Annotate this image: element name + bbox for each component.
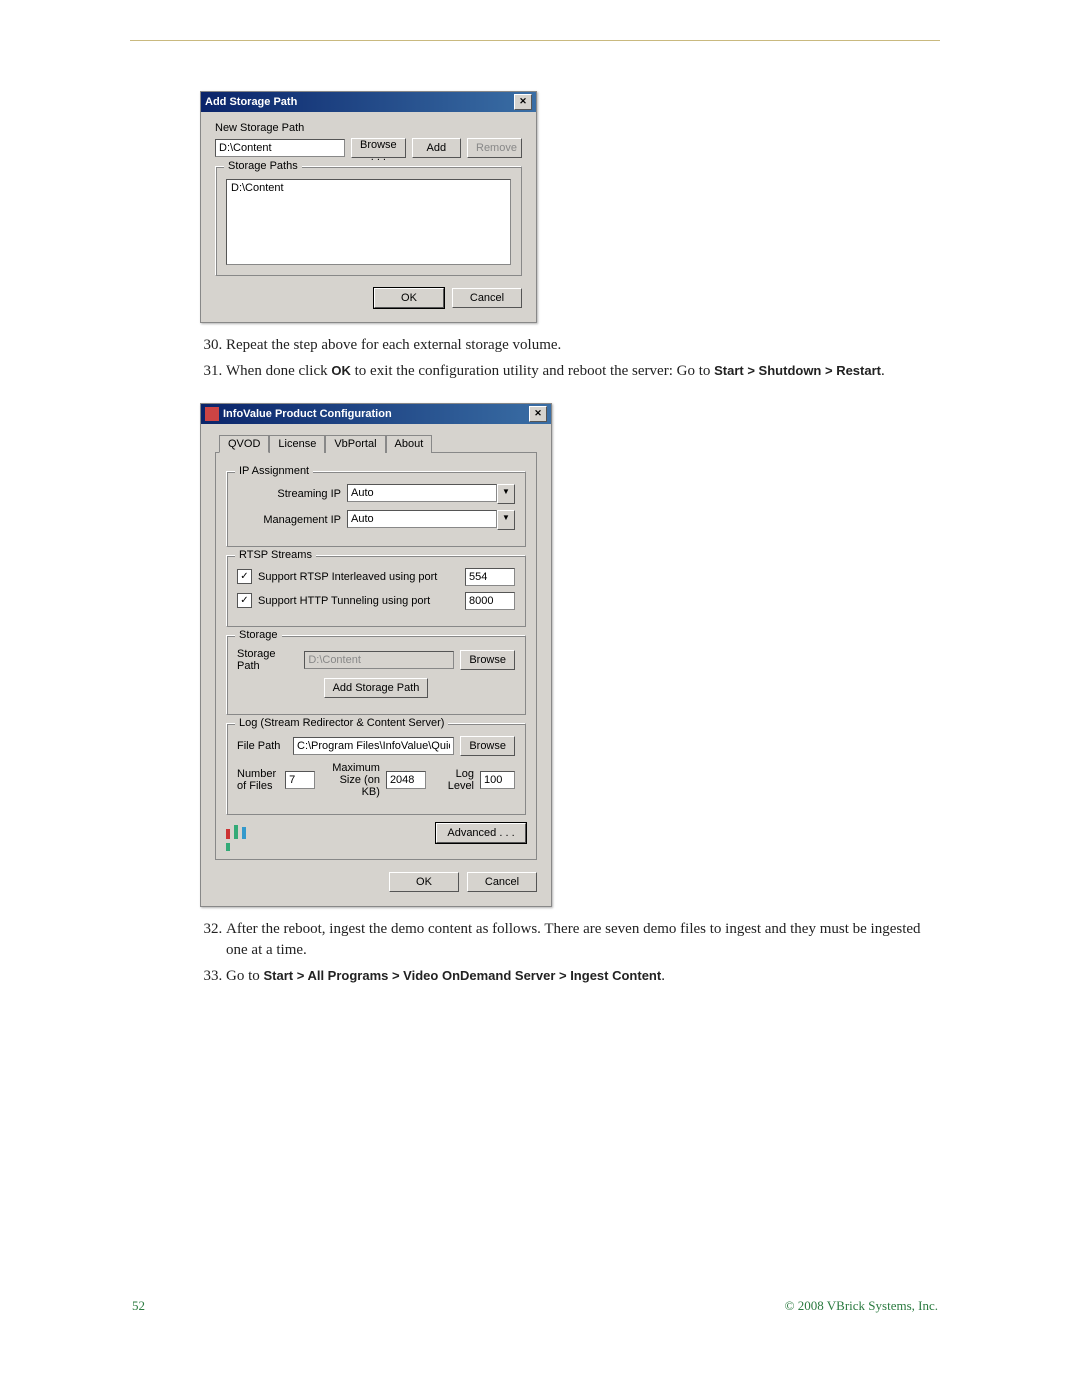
list-item[interactable]: D:\Content [231, 182, 506, 194]
storage-group: Storage Storage Path Browse Add Storage … [226, 635, 526, 715]
log-level-label: Log Level [432, 768, 474, 792]
advanced-button[interactable]: Advanced . . . [436, 823, 526, 843]
copyright: © 2008 VBrick Systems, Inc. [785, 1298, 938, 1314]
storage-paths-legend: Storage Paths [224, 160, 302, 172]
ok-button[interactable]: OK [374, 288, 444, 308]
instruction-list-1: Repeat the step above for each external … [130, 335, 940, 383]
log-legend: Log (Stream Redirector & Content Server) [235, 717, 448, 729]
cancel-button[interactable]: Cancel [452, 288, 522, 308]
management-ip-combo[interactable] [347, 510, 497, 528]
max-size-label: Maximum Size (on KB) [321, 762, 380, 798]
tab-vbportal[interactable]: VbPortal [325, 435, 385, 453]
http-port-input[interactable] [465, 592, 515, 610]
max-size-input[interactable] [386, 771, 426, 789]
log-level-input[interactable] [480, 771, 515, 789]
step-32: After the reboot, ingest the demo conten… [226, 919, 940, 963]
infovalue-config-dialog: InfoValue Product Configuration ✕ QVOD L… [200, 403, 552, 907]
streaming-ip-label: Streaming IP [237, 488, 341, 500]
app-icon [205, 407, 219, 421]
http-tunneling-label: Support HTTP Tunneling using port [258, 595, 430, 607]
file-path-label: File Path [237, 740, 287, 752]
chevron-down-icon[interactable]: ▼ [497, 510, 515, 530]
step-31: When done click OK to exit the configura… [226, 361, 940, 383]
tab-panel-qvod: IP Assignment Streaming IP ▼ Management … [215, 453, 537, 860]
ip-assignment-group: IP Assignment Streaming IP ▼ Management … [226, 471, 526, 547]
page-footer: 52 © 2008 VBrick Systems, Inc. [130, 1298, 940, 1314]
remove-button: Remove [467, 138, 522, 158]
browse-button[interactable]: Browse . . . [351, 138, 406, 158]
titlebar: Add Storage Path ✕ [201, 92, 536, 112]
rtsp-interleaved-checkbox[interactable]: ✓ [237, 569, 252, 584]
titlebar: InfoValue Product Configuration ✕ [201, 404, 551, 424]
rtsp-port-input[interactable] [465, 568, 515, 586]
storage-paths-group: Storage Paths D:\Content [215, 166, 522, 276]
chevron-down-icon[interactable]: ▼ [497, 484, 515, 504]
num-files-input[interactable] [285, 771, 315, 789]
management-ip-label: Management IP [237, 514, 341, 526]
close-icon[interactable]: ✕ [514, 94, 532, 110]
dialog-title: Add Storage Path [205, 96, 297, 108]
log-group: Log (Stream Redirector & Content Server)… [226, 723, 526, 815]
rtsp-interleaved-label: Support RTSP Interleaved using port [258, 571, 437, 583]
new-storage-path-label: New Storage Path [215, 122, 522, 134]
tab-strip: QVOD License VbPortal About [215, 434, 537, 453]
storage-path-input [304, 651, 454, 669]
tab-license[interactable]: License [269, 435, 325, 453]
file-path-input[interactable] [293, 737, 454, 755]
close-icon[interactable]: ✕ [529, 406, 547, 422]
add-button[interactable]: Add [412, 138, 461, 158]
rtsp-streams-group: RTSP Streams ✓ Support RTSP Interleaved … [226, 555, 526, 627]
ok-button[interactable]: OK [389, 872, 459, 892]
tab-about[interactable]: About [386, 435, 433, 453]
instruction-list-2: After the reboot, ingest the demo conten… [130, 919, 940, 988]
rtsp-legend: RTSP Streams [235, 549, 316, 561]
storage-browse-button[interactable]: Browse [460, 650, 515, 670]
tab-qvod[interactable]: QVOD [219, 435, 269, 453]
storage-path-label: Storage Path [237, 648, 298, 672]
storage-paths-listbox[interactable]: D:\Content [226, 179, 511, 265]
dialog-title: InfoValue Product Configuration [205, 407, 392, 421]
storage-legend: Storage [235, 629, 282, 641]
num-files-label: Number of Files [237, 768, 279, 792]
add-storage-path-dialog: Add Storage Path ✕ New Storage Path Brow… [200, 91, 537, 323]
vbrick-logo-icon [226, 825, 250, 841]
add-storage-path-button[interactable]: Add Storage Path [324, 678, 429, 698]
log-browse-button[interactable]: Browse [460, 736, 515, 756]
step-30: Repeat the step above for each external … [226, 335, 940, 357]
top-rule [130, 40, 940, 41]
step-33: Go to Start > All Programs > Video OnDem… [226, 966, 940, 988]
streaming-ip-combo[interactable] [347, 484, 497, 502]
cancel-button[interactable]: Cancel [467, 872, 537, 892]
http-tunneling-checkbox[interactable]: ✓ [237, 593, 252, 608]
page-number: 52 [132, 1298, 145, 1314]
ip-legend: IP Assignment [235, 465, 313, 477]
new-storage-path-input[interactable] [215, 139, 345, 157]
